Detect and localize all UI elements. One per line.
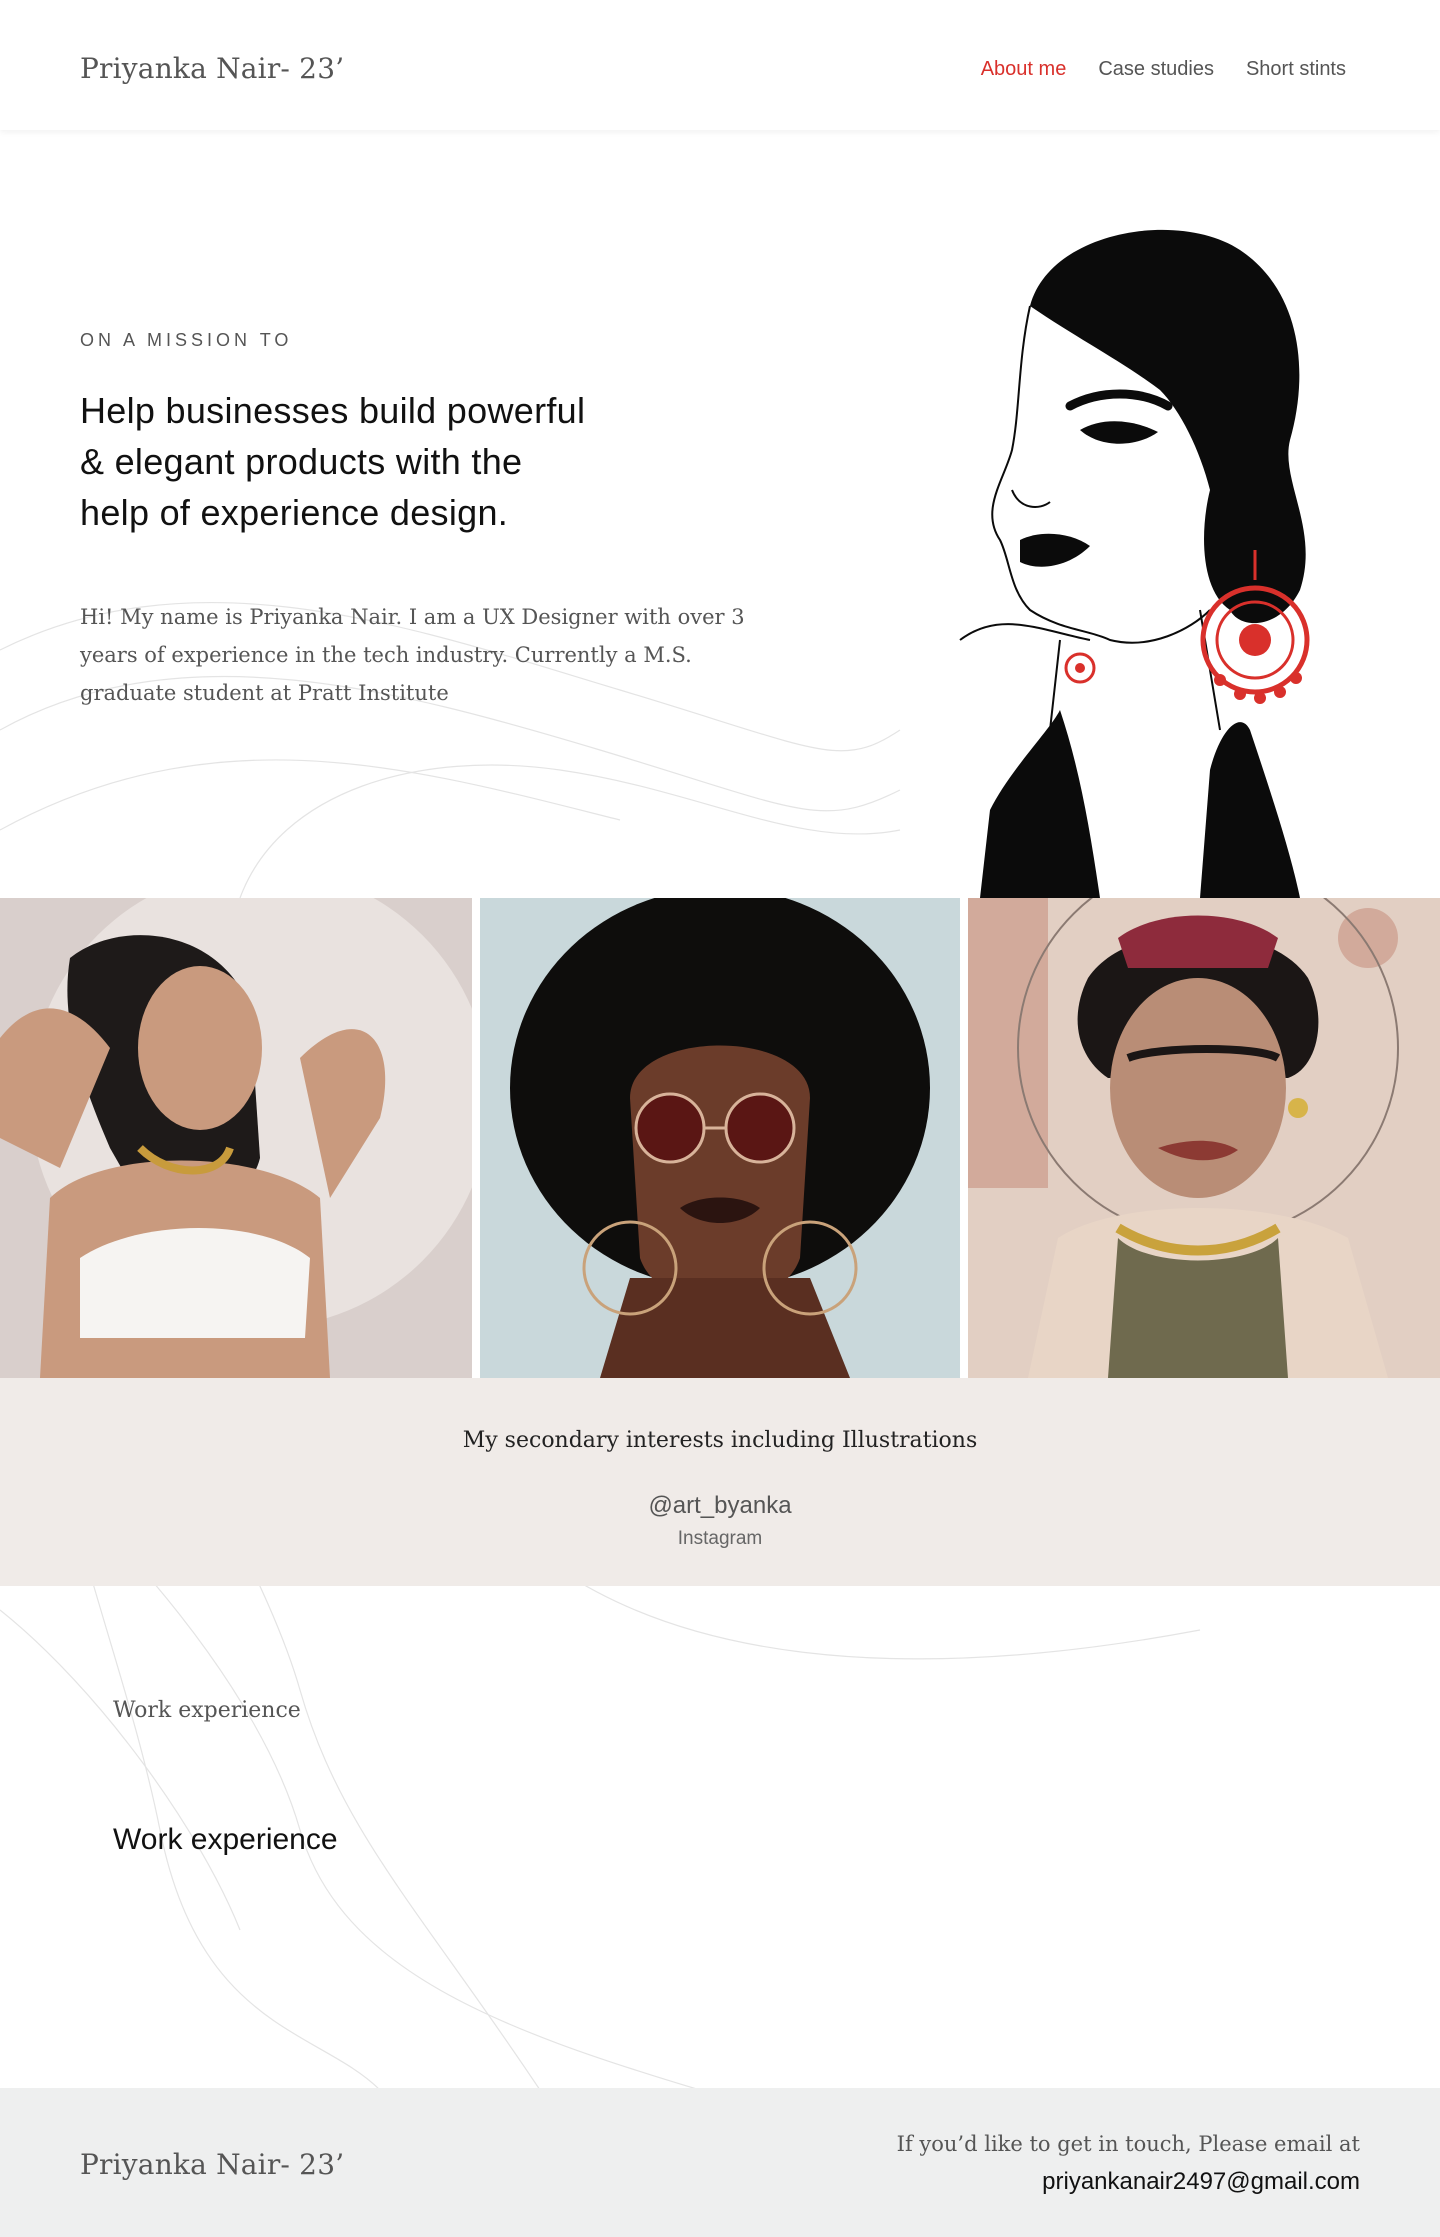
illustration-frida-image (968, 898, 1440, 1378)
headline-line: help of experience design. (80, 492, 509, 533)
intro-line: years of experience in the tech industry… (80, 643, 692, 667)
work-experience-label: Work experience (113, 1698, 301, 1723)
illustration-woman-afro-image (480, 898, 960, 1378)
hero-headline: Help businesses build powerful & elegant… (80, 385, 720, 538)
contact-cta: If you’d like to get in touch, Please em… (897, 2132, 1360, 2196)
nav-case-studies[interactable]: Case studies (1098, 58, 1214, 81)
instagram-handle-link[interactable]: @art_byanka (0, 1492, 1440, 1520)
contact-email-link[interactable]: priyankanair2497@gmail.com (897, 2168, 1360, 2196)
interests-section: My secondary interests including Illustr… (0, 1378, 1440, 1586)
hero-kicker: ON A MISSION TO (80, 330, 293, 350)
instagram-label: Instagram (677, 1528, 763, 1549)
intro-line: Hi! My name is Priyanka Nair. I am a UX … (80, 605, 745, 629)
footer-brand[interactable]: Priyanka Nair- 23’ (80, 2148, 344, 2181)
contact-prompt: If you’d like to get in touch, Please em… (896, 2132, 1360, 2156)
illustration-gallery (0, 898, 1440, 1378)
gallery-tile-3[interactable] (968, 898, 1440, 1378)
illustration-woman-white-top-image (0, 898, 472, 1378)
headline-line: Help businesses build powerful (80, 390, 586, 431)
work-experience-title: Work experience (113, 1823, 338, 1856)
nav-about-me[interactable]: About me (981, 58, 1067, 81)
site-header: Priyanka Nair- 23’ About me Case studies… (0, 0, 1440, 130)
gallery-tile-1[interactable] (0, 898, 472, 1378)
nav-short-stints[interactable]: Short stints (1246, 58, 1346, 81)
portrait-illustration (959, 229, 1310, 898)
intro-line: graduate student at Pratt Institute (80, 681, 449, 705)
headline-line: & elegant products with the (80, 441, 523, 482)
hero-intro: Hi! My name is Priyanka Nair. I am a UX … (80, 598, 760, 712)
brand-logo[interactable]: Priyanka Nair- 23’ (80, 52, 344, 85)
gallery-tile-2[interactable] (480, 898, 960, 1378)
main-nav: About me Case studies Short stints (981, 58, 1346, 81)
hero-section: ON A MISSION TO Help businesses build po… (0, 130, 1440, 898)
interests-text: My secondary interests including Illustr… (462, 1428, 978, 1453)
site-footer: Priyanka Nair- 23’ If you’d like to get … (0, 2088, 1440, 2237)
